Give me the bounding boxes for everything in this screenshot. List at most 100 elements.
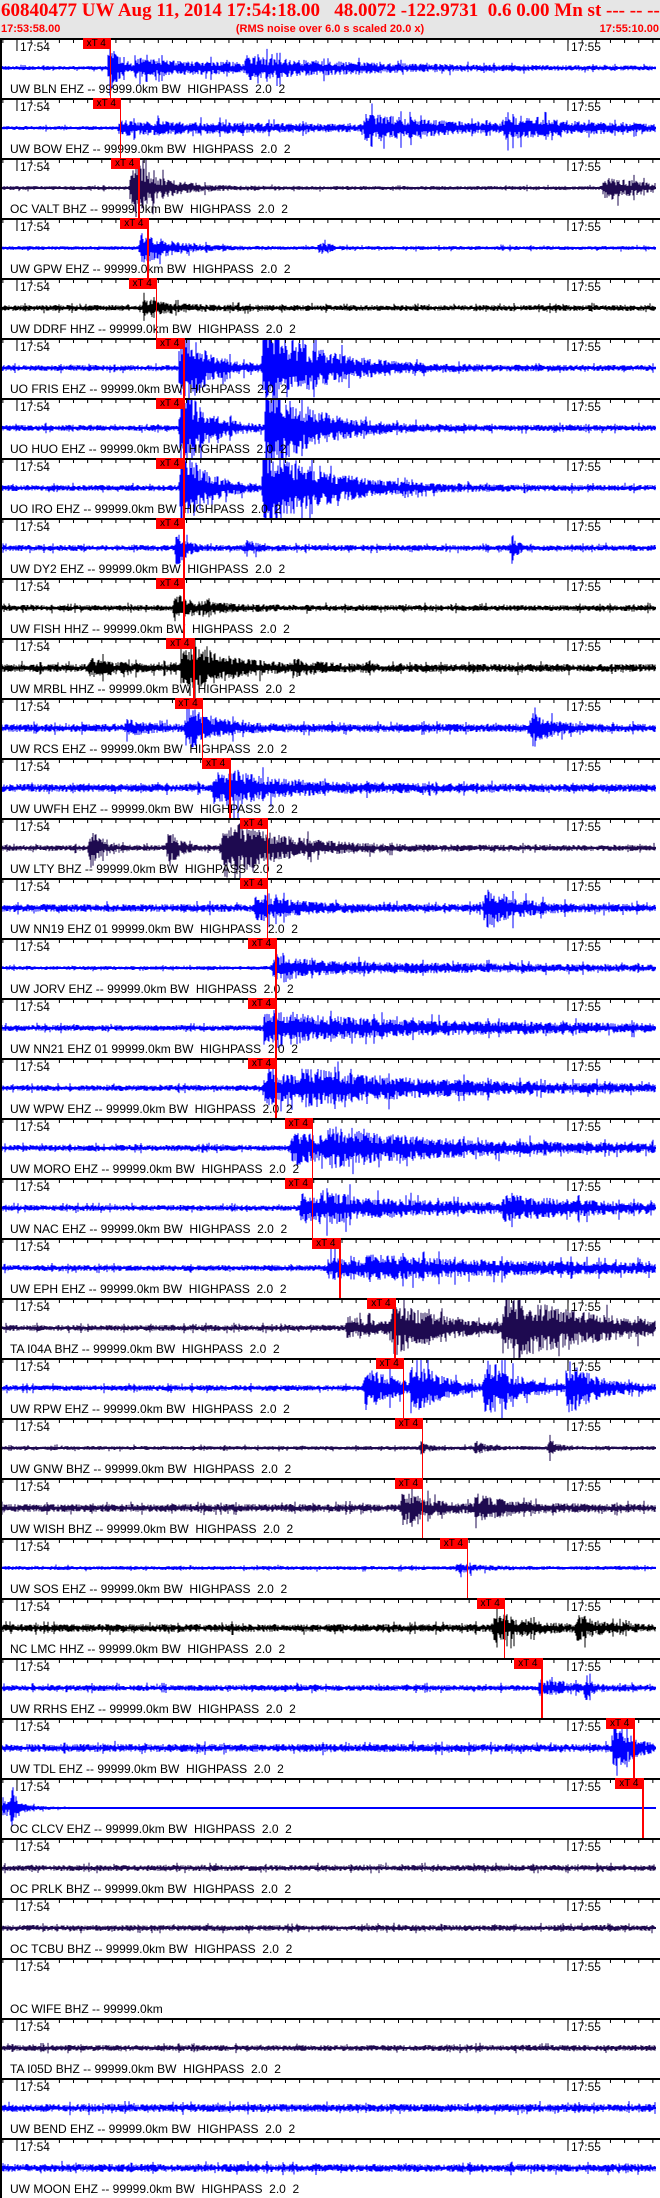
pick-marker[interactable]: xT 4	[367, 1298, 395, 1309]
station-label: UW MOON EHZ -- 99999.0km BW HIGHPASS 2.0…	[10, 2182, 300, 2196]
pick-line[interactable]	[339, 1238, 341, 1298]
station-label: UW NN19 EHZ 01 99999.0km BW HIGHPASS 2.0…	[10, 922, 298, 936]
pick-line[interactable]	[183, 338, 185, 398]
pick-marker[interactable]: xT 4	[476, 1598, 504, 1609]
pick-marker[interactable]: xT 4	[606, 1718, 634, 1729]
pick-marker[interactable]: xT 4	[248, 1058, 276, 1069]
pick-marker[interactable]: xT 4	[82, 38, 110, 49]
pick-marker[interactable]: xT 4	[248, 998, 276, 1009]
pick-line[interactable]	[266, 878, 269, 938]
pick-marker[interactable]: xT 4	[248, 938, 276, 949]
pick-marker[interactable]: xT 4	[128, 278, 156, 289]
minute-label: 17:55	[570, 1660, 601, 1674]
pick-line[interactable]	[183, 398, 185, 458]
pick-line[interactable]	[466, 1538, 469, 1598]
pick-line[interactable]	[183, 578, 185, 638]
waveform	[1, 1673, 656, 1701]
minute-label: 17:55	[570, 760, 601, 774]
minute-label: 17:54	[19, 1300, 50, 1314]
panel-divider	[0, 1538, 660, 1540]
pick-marker[interactable]: xT 4	[439, 1538, 467, 1549]
panel-divider	[0, 1418, 660, 1420]
pick-marker[interactable]: xT 4	[92, 98, 120, 109]
pick-line[interactable]	[311, 1118, 314, 1178]
pick-line[interactable]	[183, 458, 185, 518]
pick-line[interactable]	[147, 218, 149, 278]
station-label: UW RCS EHZ -- 99999.0km BW HIGHPASS 2.0 …	[10, 742, 288, 756]
trace-panel: 17:54 17:55 UW NAC EHZ -- 99999.0km BW HIG…	[0, 1178, 660, 1238]
pick-line[interactable]	[275, 998, 277, 1058]
pick-marker[interactable]: xT 4	[514, 1658, 542, 1669]
panel-divider	[0, 1778, 660, 1780]
minute-label: 17:55	[570, 100, 601, 114]
pick-line[interactable]	[155, 278, 158, 338]
minute-label: 17:54	[19, 40, 50, 54]
station-label: UW BEND EHZ -- 99999.0km BW HIGHPASS 2.0…	[10, 2122, 296, 2136]
minute-label: 17:54	[19, 520, 50, 534]
pick-line[interactable]	[119, 98, 122, 158]
pick-marker[interactable]: xT 4	[202, 758, 230, 769]
pick-marker[interactable]: xT 4	[284, 1178, 312, 1189]
pick-marker[interactable]: xT 4	[156, 578, 184, 589]
pick-marker[interactable]: xT 4	[284, 1118, 312, 1129]
minute-label: 17:54	[19, 1180, 50, 1194]
pick-line[interactable]	[402, 1358, 405, 1418]
pick-marker[interactable]: xT 4	[156, 338, 184, 349]
pick-line[interactable]	[642, 1778, 644, 1838]
pick-marker[interactable]: xT 4	[239, 818, 267, 829]
pick-marker[interactable]: xT 4	[174, 698, 202, 709]
minute-label: 17:54	[19, 2080, 50, 2094]
minute-label: 17:55	[570, 2140, 601, 2154]
pick-line[interactable]	[421, 1418, 424, 1478]
trace-panel: 17:54 17:55 UW MRBL HHZ -- 99999.0km BW HI…	[0, 638, 660, 698]
pick-line[interactable]	[266, 818, 269, 878]
pick-line[interactable]	[275, 938, 277, 998]
pick-line[interactable]	[421, 1478, 424, 1538]
pick-marker[interactable]: xT 4	[394, 1478, 422, 1489]
pick-marker[interactable]: xT 4	[239, 878, 267, 889]
pick-marker[interactable]: xT 4	[166, 638, 194, 649]
pick-line[interactable]	[109, 38, 112, 98]
pick-marker[interactable]: xT 4	[394, 1418, 422, 1429]
minute-label: 17:55	[570, 1120, 601, 1134]
station-label: UO HUO EHZ -- 99999.0km BW HIGHPASS 2.0 …	[10, 442, 287, 456]
station-label: UO FRIS EHZ -- 99999.0km BW HIGHPASS 2.0…	[10, 382, 288, 396]
station-label: UO IRO EHZ -- 99999.0km BW HIGHPASS 2.0 …	[10, 502, 282, 516]
minute-label: 17:55	[570, 580, 601, 594]
pick-marker[interactable]: xT 4	[312, 1238, 340, 1249]
pick-line[interactable]	[633, 1718, 635, 1778]
trace-panel: 17:54 17:55 UW BEND EHZ -- 99999.0km BW HI…	[0, 2078, 660, 2138]
trace-panel: 17:54 17:55 UW BLN EHZ -- 99999.0km BW HIG…	[0, 38, 660, 98]
pick-line[interactable]	[138, 158, 140, 218]
pick-marker[interactable]: xT 4	[120, 218, 148, 229]
station-label: UW FISH HHZ -- 99999.0km BW HIGHPASS 2.0…	[10, 622, 290, 636]
station-label: UW GNW BHZ -- 99999.0km BW HIGHPASS 2.0 …	[10, 1462, 292, 1476]
pick-marker[interactable]: xT 4	[375, 1358, 403, 1369]
pick-line[interactable]	[229, 758, 231, 818]
pick-line[interactable]	[193, 638, 195, 698]
minute-label: 17:54	[19, 2020, 50, 2034]
minute-label: 17:55	[570, 820, 601, 834]
pick-line[interactable]	[201, 698, 204, 758]
pick-marker[interactable]: xT 4	[156, 398, 184, 409]
pick-marker[interactable]: xT 4	[156, 458, 184, 469]
pick-marker[interactable]: xT 4	[111, 158, 139, 169]
end-time: 17:55:10.00	[599, 23, 659, 35]
pick-line[interactable]	[275, 1058, 277, 1118]
pick-line[interactable]	[183, 518, 185, 578]
minute-label: 17:54	[19, 700, 50, 714]
pick-line[interactable]	[503, 1598, 506, 1658]
minute-label: 17:55	[570, 1720, 601, 1734]
minute-label: 17:55	[570, 2020, 601, 2034]
pick-line[interactable]	[541, 1658, 543, 1718]
station-label: OC PRLK BHZ -- 99999.0km BW HIGHPASS 2.0…	[10, 1882, 292, 1896]
panel-divider	[0, 1598, 660, 1600]
station-label: UW MRBL HHZ -- 99999.0km BW HIGHPASS 2.0…	[10, 682, 296, 696]
pick-line[interactable]	[311, 1178, 314, 1238]
minute-label: 17:54	[19, 160, 50, 174]
pick-line[interactable]	[394, 1298, 396, 1358]
pick-marker[interactable]: xT 4	[156, 518, 184, 529]
pick-marker[interactable]: xT 4	[615, 1778, 643, 1789]
minute-label: 17:54	[19, 1060, 50, 1074]
trace-panel: 17:54 17:55 UW MOON EHZ -- 99999.0km BW HI…	[0, 2138, 660, 2198]
